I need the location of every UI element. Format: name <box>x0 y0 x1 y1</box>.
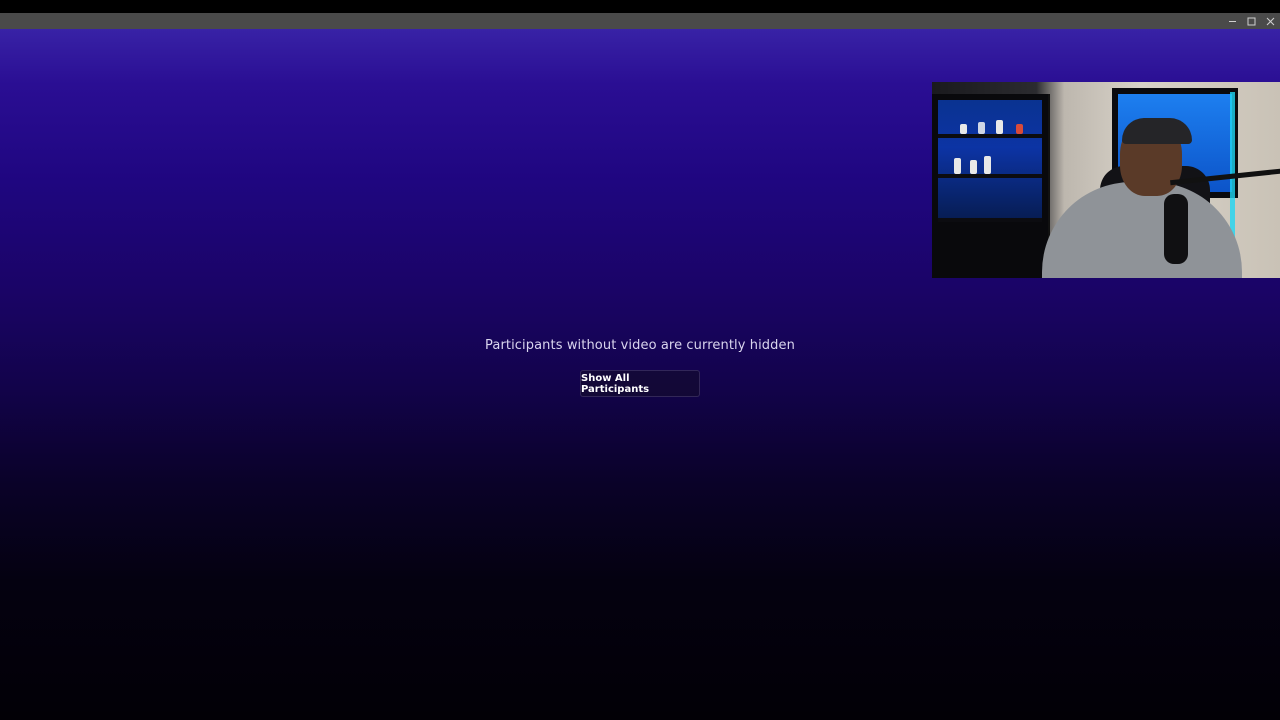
window-controls <box>1223 13 1280 29</box>
minimize-icon[interactable] <box>1223 13 1242 29</box>
video-shelf-left <box>932 94 1050 278</box>
video-microphone <box>1164 194 1188 264</box>
window-titlebar <box>0 13 1280 29</box>
show-all-participants-button[interactable]: Show All Participants <box>580 370 700 397</box>
hidden-participants-message: Participants without video are currently… <box>485 338 795 353</box>
participant-video-tile[interactable] <box>932 82 1280 278</box>
call-stage: Participants without video are currently… <box>0 29 1280 720</box>
letterbox-top <box>0 0 1280 13</box>
close-icon[interactable] <box>1261 13 1280 29</box>
maximize-icon[interactable] <box>1242 13 1261 29</box>
